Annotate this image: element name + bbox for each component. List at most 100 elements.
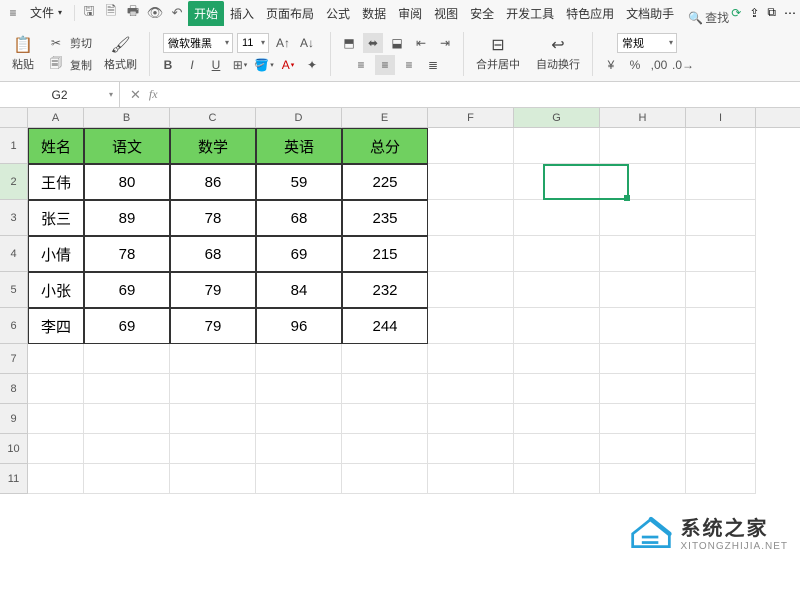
save-icon[interactable]: 🖫 [81,5,97,21]
cell[interactable] [514,404,600,434]
paste-button[interactable]: 📋 粘贴 [8,33,38,74]
cell[interactable] [84,464,170,494]
cell[interactable] [600,374,686,404]
cell[interactable] [342,434,428,464]
cell[interactable] [600,434,686,464]
cell[interactable] [514,236,600,272]
row-header[interactable]: 10 [0,434,28,464]
row-header[interactable]: 11 [0,464,28,494]
cell[interactable] [428,434,514,464]
cell[interactable] [170,404,256,434]
cell[interactable] [256,374,342,404]
currency-icon[interactable]: ¥ [601,55,621,75]
copy-icon[interactable]: 🗐 [46,55,66,75]
cell[interactable] [600,272,686,308]
merge-center-button[interactable]: ⊟ 合并居中 [472,33,524,74]
search-button[interactable]: 🔍 查找 [688,9,729,26]
cell[interactable]: 英语 [256,128,342,164]
select-all-corner[interactable] [0,108,28,127]
align-left-icon[interactable]: ≡ [351,55,371,75]
cell[interactable] [686,464,756,494]
tab-start[interactable]: 开始 [188,1,224,26]
cell[interactable] [428,374,514,404]
cell[interactable]: 李四 [28,308,84,344]
cell[interactable] [514,464,600,494]
cell[interactable]: 96 [256,308,342,344]
cell[interactable] [428,164,514,200]
col-header[interactable]: I [686,108,756,127]
cell[interactable]: 68 [256,200,342,236]
phonetic-button[interactable]: ✦ [302,55,322,75]
cell[interactable] [342,464,428,494]
cut-icon[interactable]: ✂ [46,33,66,53]
cell[interactable] [686,308,756,344]
cell[interactable] [28,434,84,464]
cell[interactable] [84,404,170,434]
cell[interactable] [428,344,514,374]
cell[interactable]: 215 [342,236,428,272]
font-size-select[interactable]: 11 [237,33,269,53]
align-bottom-icon[interactable]: ⬓ [387,33,407,53]
cell[interactable]: 84 [256,272,342,308]
cell[interactable] [256,404,342,434]
row-header[interactable]: 1 [0,128,28,164]
share-icon[interactable]: ⇪ [749,6,759,20]
cell[interactable] [342,404,428,434]
font-name-select[interactable]: 微软雅黑 [163,33,233,53]
cell[interactable] [600,128,686,164]
decrease-indent-icon[interactable]: ⇤ [411,33,431,53]
underline-button[interactable]: U [206,55,226,75]
copy-label[interactable]: 复制 [70,57,92,73]
cell[interactable] [600,404,686,434]
cell[interactable] [342,374,428,404]
cell[interactable]: 小倩 [28,236,84,272]
percent-icon[interactable]: % [625,55,645,75]
increase-font-icon[interactable]: A↑ [273,33,293,53]
row-header[interactable]: 7 [0,344,28,374]
decrease-font-icon[interactable]: A↓ [297,33,317,53]
cell[interactable]: 数学 [170,128,256,164]
cell[interactable] [428,200,514,236]
more-icon[interactable]: ⋯ [784,6,796,20]
cell[interactable] [170,344,256,374]
spreadsheet-grid[interactable]: A B C D E F G H I 1 姓名 语文 数学 英语 总分 2 王伟 … [0,108,800,494]
cell[interactable] [84,344,170,374]
tab-data[interactable]: 数据 [356,1,392,26]
cell-selected[interactable] [514,164,600,200]
cancel-icon[interactable]: ✕ [130,87,141,103]
align-right-icon[interactable]: ≡ [399,55,419,75]
increase-indent-icon[interactable]: ⇥ [435,33,455,53]
tab-review[interactable]: 审阅 [392,1,428,26]
cell[interactable] [600,344,686,374]
cell[interactable] [686,128,756,164]
cell[interactable]: 80 [84,164,170,200]
cell[interactable] [84,434,170,464]
cell[interactable] [170,374,256,404]
cell[interactable]: 232 [342,272,428,308]
formula-input[interactable] [168,82,800,107]
cell[interactable] [84,374,170,404]
cell[interactable] [514,128,600,164]
cell[interactable]: 69 [84,272,170,308]
cell[interactable] [514,344,600,374]
cell[interactable] [428,404,514,434]
cell[interactable]: 小张 [28,272,84,308]
cell[interactable] [686,434,756,464]
cell[interactable]: 89 [84,200,170,236]
cell[interactable]: 78 [84,236,170,272]
cell[interactable] [342,344,428,374]
tab-security[interactable]: 安全 [464,1,500,26]
format-painter-button[interactable]: 🖌 格式刷 [100,33,141,74]
col-header[interactable]: F [428,108,514,127]
cell[interactable]: 姓名 [28,128,84,164]
file-menu[interactable]: 文件 [24,2,68,23]
cell[interactable]: 79 [170,272,256,308]
save-as-icon[interactable]: 🗎 [103,5,119,21]
align-top-icon[interactable]: ⬒ [339,33,359,53]
cell[interactable] [514,272,600,308]
row-header[interactable]: 4 [0,236,28,272]
cell[interactable] [600,164,686,200]
cell[interactable] [686,374,756,404]
cell[interactable] [514,374,600,404]
tab-insert[interactable]: 插入 [224,1,260,26]
